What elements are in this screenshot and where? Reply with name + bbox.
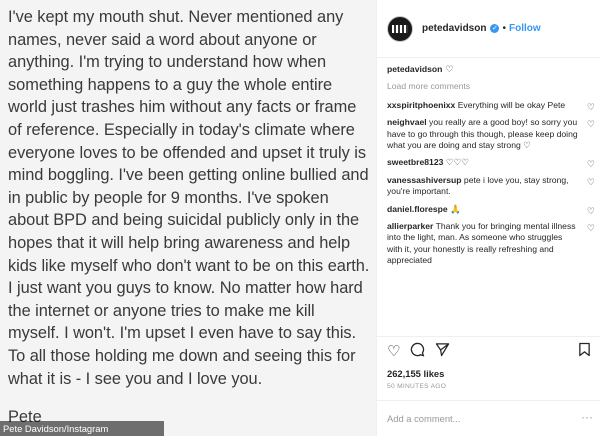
more-options-icon[interactable]: ··· [581, 410, 593, 424]
comment-username[interactable]: daniel.florespe [387, 204, 448, 214]
like-comment-heart-icon[interactable]: ♡ [587, 102, 595, 113]
comment-text: Everything will be okay Pete [457, 99, 566, 110]
header-username[interactable]: petedavidson [422, 23, 486, 34]
comment-username[interactable]: xxspiritphoenixx [387, 100, 455, 110]
heart-icon: ♡ [445, 64, 454, 74]
comment-text: ♡♡♡ [445, 157, 469, 168]
likes-count[interactable]: 262,155 likes [387, 368, 444, 379]
verified-badge-icon: ✓ [490, 24, 500, 33]
list-item: sweetbre8123 ♡♡♡ ♡ [387, 157, 595, 170]
add-comment-placeholder[interactable]: Add a comment... [387, 413, 460, 424]
action-bar: ♡ [377, 336, 600, 366]
like-comment-heart-icon[interactable]: ♡ [587, 206, 595, 217]
comment-username[interactable]: allierparker [387, 221, 433, 231]
comment-text: 🙏 [450, 203, 461, 214]
comment-icon[interactable] [410, 342, 425, 361]
post-image: I've kept my mouth shut. Never mentioned… [0, 0, 376, 436]
caption-username[interactable]: petedavidson [387, 64, 442, 75]
comment-username[interactable]: sweetbre8123 [387, 157, 443, 167]
share-icon[interactable] [435, 342, 450, 361]
list-item: daniel.florespe 🙏 ♡ [387, 203, 595, 217]
like-comment-heart-icon[interactable]: ♡ [587, 159, 595, 170]
photo-credit: Pete Davidson/Instagram [0, 421, 164, 436]
list-item: neighvael you really are a good boy! so … [387, 117, 595, 151]
comment-username[interactable]: vanessashiversup [387, 175, 462, 185]
load-more-comments-link[interactable]: Load more comments [387, 81, 595, 92]
comment-username[interactable]: neighvael [387, 117, 427, 127]
follow-button[interactable]: Follow [509, 23, 541, 34]
heart-icon[interactable]: ♡ [387, 343, 400, 360]
add-comment-field[interactable]: Add a comment... ··· [377, 400, 600, 436]
post-sidebar: petedavidson ✓ • Follow petedavidson ♡ L… [376, 0, 600, 436]
list-item: xxspiritphoenixx Everything will be okay… [387, 99, 595, 113]
separator: • [502, 23, 506, 34]
list-item: allierparker Thank you for bringing ment… [387, 221, 595, 267]
post-header: petedavidson ✓ • Follow [377, 0, 600, 58]
like-comment-heart-icon[interactable]: ♡ [587, 223, 595, 234]
like-comment-heart-icon[interactable]: ♡ [587, 177, 595, 188]
bookmark-icon[interactable] [578, 342, 591, 361]
timestamp: 50 MINUTES AGO [387, 383, 447, 390]
list-item: vanessashiversup pete i love you, stay s… [387, 175, 595, 198]
like-comment-heart-icon[interactable]: ♡ [587, 119, 595, 130]
avatar[interactable] [387, 15, 413, 42]
comments-list: petedavidson ♡ Load more comments xxspir… [387, 64, 595, 273]
post-body-text: I've kept my mouth shut. Never mentioned… [8, 8, 374, 388]
caption: petedavidson ♡ [387, 64, 595, 75]
